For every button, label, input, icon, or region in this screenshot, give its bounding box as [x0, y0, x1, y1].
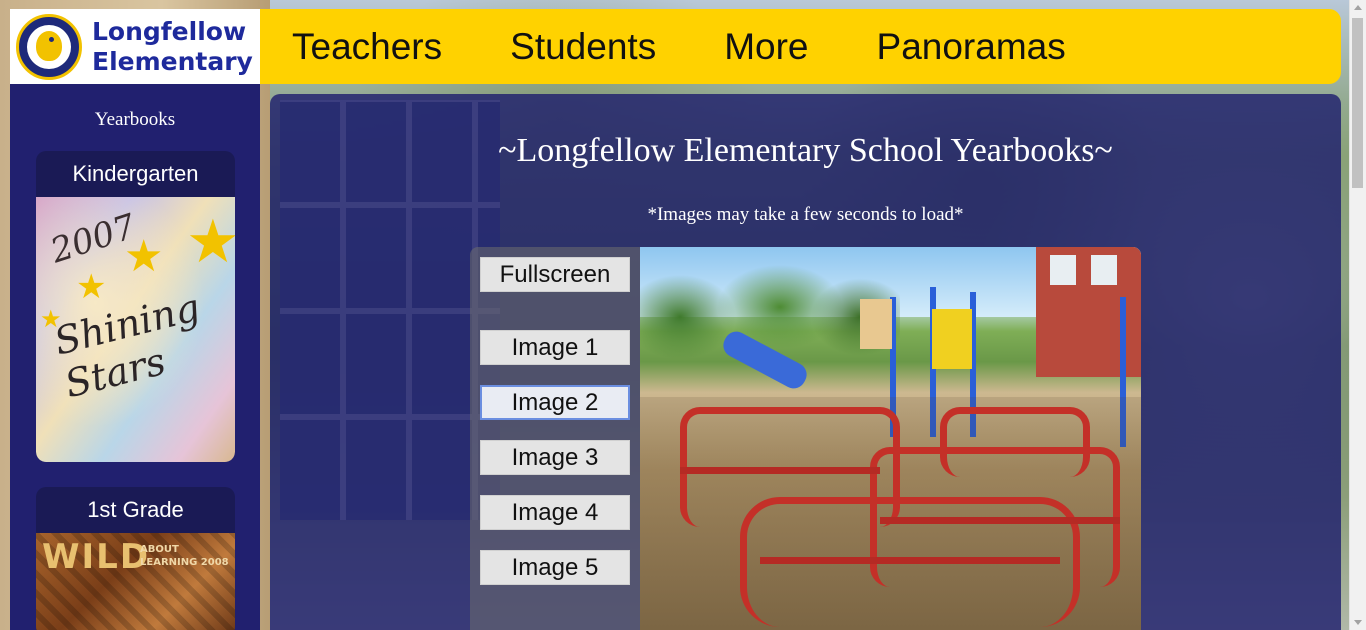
yearbook-cover-1st-grade[interactable]: WILD ABOUT LEARNING 2008 — [36, 533, 235, 630]
scroll-down-arrow-icon[interactable] — [1354, 620, 1362, 625]
scroll-up-arrow-icon[interactable] — [1354, 5, 1362, 10]
image-4-button[interactable]: Image 4 — [480, 495, 630, 530]
fullscreen-button[interactable]: Fullscreen — [480, 257, 630, 292]
page-scrollbar[interactable] — [1349, 0, 1366, 630]
star-icon: ★ — [76, 269, 107, 306]
yearbook-cover-kindergarten[interactable]: ★ ★ ★ ★ 2007 Shining Stars — [36, 197, 235, 462]
cover-subtitle: ABOUT LEARNING 2008 — [140, 544, 229, 568]
nav-more[interactable]: More — [724, 26, 808, 68]
logo-line-1: Longfellow — [92, 16, 247, 46]
image-viewer: Fullscreen Image 1 Image 2 Image 3 Image… — [470, 247, 1141, 630]
nav-students[interactable]: Students — [510, 26, 656, 68]
image-1-button[interactable]: Image 1 — [480, 330, 630, 365]
main-nav: Teachers Students More Panoramas — [292, 9, 1134, 84]
owl-mascot-icon — [16, 13, 82, 80]
site-header: Longfellow Elementary Teachers Students … — [10, 9, 1341, 84]
yearbook-label: Kindergarten — [72, 161, 199, 186]
viewer-controls: Fullscreen Image 1 Image 2 Image 3 Image… — [470, 247, 640, 630]
playground-photo — [640, 247, 1141, 630]
yearbook-label: 1st Grade — [87, 497, 184, 522]
image-5-button[interactable]: Image 5 — [480, 550, 630, 585]
yearbooks-main-panel: ~Longfellow Elementary School Yearbooks~… — [270, 94, 1341, 630]
yearbook-card-kindergarten[interactable]: Kindergarten ★ ★ ★ ★ 2007 Shining Stars — [36, 151, 235, 462]
yearbooks-sidebar: Yearbooks Kindergarten ★ ★ ★ ★ 2007 Shin… — [10, 84, 260, 630]
image-2-button[interactable]: Image 2 — [480, 385, 630, 420]
nav-teachers[interactable]: Teachers — [292, 26, 442, 68]
image-3-button[interactable]: Image 3 — [480, 440, 630, 475]
logo-text: Longfellow Elementary — [92, 17, 253, 77]
logo-line-2: Elementary — [92, 46, 253, 76]
load-note: *Images may take a few seconds to load* — [647, 204, 964, 225]
sidebar-title: Yearbooks — [94, 109, 176, 130]
nav-panoramas[interactable]: Panoramas — [877, 26, 1066, 68]
yearbook-card-1st-grade[interactable]: 1st Grade WILD ABOUT LEARNING 2008 — [36, 487, 235, 630]
page-title: ~Longfellow Elementary School Yearbooks~ — [498, 132, 1113, 169]
cover-title: WILD — [42, 537, 151, 577]
scroll-thumb[interactable] — [1352, 18, 1363, 188]
star-icon: ★ — [186, 209, 235, 275]
school-logo[interactable]: Longfellow Elementary — [10, 9, 260, 84]
